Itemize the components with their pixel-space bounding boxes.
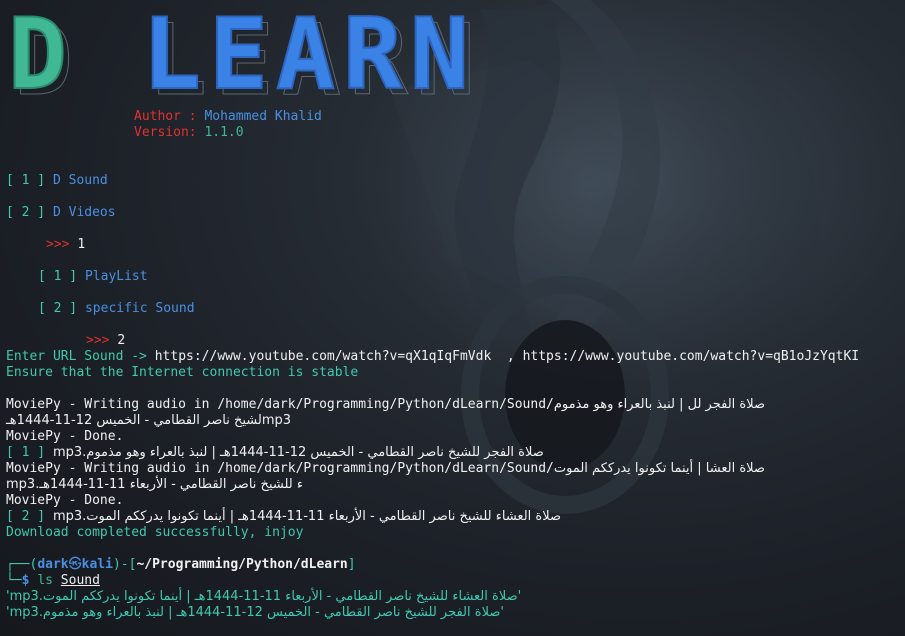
menu-option-2: [ 2 ] D Videos	[6, 205, 116, 220]
input-prompt-2[interactable]: >>> 2	[86, 333, 125, 349]
prompt-user: dark	[37, 557, 69, 572]
version-label: Version:	[134, 125, 205, 140]
shell-command-line[interactable]: └─$ ls Sound	[6, 573, 100, 589]
submenu-option-1: [ 1 ] PlayList	[38, 269, 148, 284]
download-complete-line: Download completed successfully, injoy	[6, 525, 304, 540]
listing-file-2[interactable]: 'صلاة الفجر للشيخ ناصر القطامي - الخميس …	[6, 605, 504, 621]
author-line: Author : Mohammed Khalid	[134, 109, 322, 125]
writing-audio-line-1-cont: mp3لشيخ ناصر القطامي - الخميس 12-11-1444…	[6, 413, 292, 428]
writing-audio-line-1: MoviePy - Writing audio in /home/dark/Pr…	[6, 397, 766, 412]
writing-audio-line-2-cont: ء للشيخ ناصر القطامي - الأربعاء 11-11-14…	[6, 477, 303, 492]
prompt-host: kali	[81, 557, 113, 572]
input-answer-1: 1	[77, 237, 86, 252]
moviepy-done-2: MoviePy - Done.	[6, 493, 124, 508]
command-ls: ls	[37, 573, 53, 588]
menu-option-1: [ 1 ] D Sound	[6, 173, 108, 188]
input-answer-2: 2	[117, 333, 126, 348]
downloaded-item-2: [ 2 ] صلاة العشاء للشيخ ناصر القطامي - ا…	[6, 509, 562, 524]
shell-prompt-top: ┌──(dark㉿kali)-[~/Programming/Python/dLe…	[6, 557, 356, 572]
downloaded-item-1: [ 1 ] صلاة الفجر للشيخ ناصر القطامي - ال…	[6, 445, 544, 460]
enter-url-line: Enter URL Sound -> https://www.youtube.c…	[6, 349, 860, 364]
url-value: https://www.youtube.com/watch?v=qX1qIqFm…	[154, 349, 860, 364]
command-arg: Sound	[60, 573, 100, 588]
writing-audio-line-2: MoviePy - Writing audio in /home/dark/Pr…	[6, 461, 765, 476]
submenu-option-2: [ 2 ] specific Sound	[38, 301, 195, 316]
input-prompt-1[interactable]: >>> 1	[46, 237, 85, 253]
version-value: 1.1.0	[204, 125, 244, 140]
ensure-connection-line: Ensure that the Internet connection is s…	[6, 365, 359, 380]
author-name: Mohammed Khalid	[204, 109, 322, 124]
author-label: Author :	[134, 109, 205, 124]
prompt-path: ~/Programming/Python/dLearn	[136, 557, 348, 572]
version-line: Version: 1.1.0	[134, 125, 244, 141]
listing-file-1[interactable]: 'صلاة العشاء للشيخ ناصر القطامي - الأربع…	[6, 589, 521, 605]
terminal-output: Author : Mohammed Khalid Version: 1.1.0 …	[6, 0, 901, 636]
moviepy-done-1: MoviePy - Done.	[6, 429, 124, 444]
